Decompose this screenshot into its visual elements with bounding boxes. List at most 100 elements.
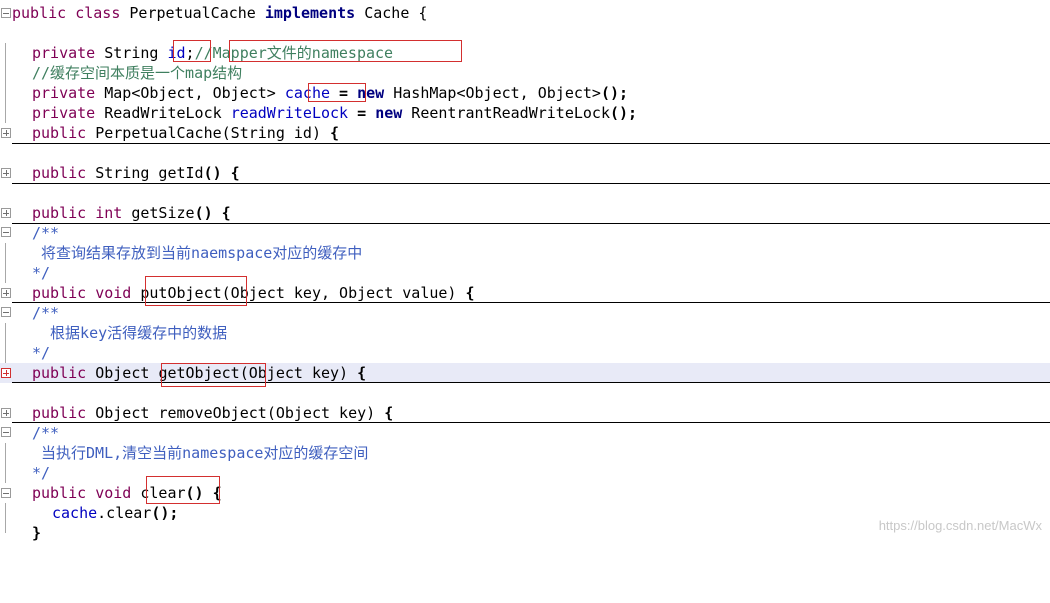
fold-guide <box>5 323 6 343</box>
type-name: Object <box>86 364 159 382</box>
fold-expand-icon[interactable] <box>1 168 11 178</box>
brace: { <box>330 124 340 142</box>
punctuation: (); <box>151 504 179 522</box>
brace: { <box>212 204 231 222</box>
method-call: .clear <box>97 504 152 522</box>
code-line-field-cache[interactable]: private Map<Object, Object> cache = new … <box>0 83 1050 103</box>
fold-collapse-icon[interactable] <box>1 227 11 237</box>
javadoc-open: /** <box>32 224 60 242</box>
annotation-box-id <box>173 40 211 62</box>
code-editor[interactable]: public class PerpetualCache implements C… <box>0 0 1050 548</box>
annotation-box-put-object <box>145 276 247 306</box>
fold-collapse-icon[interactable] <box>1 307 11 317</box>
field-name-lock: readWriteLock <box>230 104 349 122</box>
modifier: private <box>32 104 96 122</box>
javadoc-close: */ <box>32 264 51 282</box>
fold-guide <box>5 343 6 363</box>
brace: { <box>221 164 240 182</box>
method-params: (Object key, Object value) <box>221 284 466 302</box>
code-line-comment[interactable]: //缓存空间本质是一个map结构 <box>0 63 1050 83</box>
code-line-get-size[interactable]: public int getSize() { <box>0 203 1050 223</box>
brace: { <box>357 364 367 382</box>
code-line-javadoc[interactable]: /** <box>0 223 1050 243</box>
fold-guide <box>5 443 6 463</box>
punctuation: (); <box>610 104 638 122</box>
fold-collapse-icon[interactable] <box>1 427 11 437</box>
code-line-javadoc[interactable]: */ <box>0 343 1050 363</box>
fold-guide <box>5 103 6 123</box>
code-line-javadoc[interactable]: /** <box>0 423 1050 443</box>
modifier: private <box>32 44 96 62</box>
fold-expand-icon[interactable] <box>1 408 11 418</box>
type-name: HashMap<Object, Object> <box>384 84 601 102</box>
fold-expand-icon[interactable] <box>1 128 11 138</box>
fold-guide <box>5 243 6 263</box>
method-params: (Object key) <box>266 404 385 422</box>
parens: () <box>203 164 222 182</box>
code-line-javadoc[interactable]: 当执行DML,清空当前namespace对应的缓存空间 <box>0 443 1050 463</box>
fold-collapse-icon[interactable] <box>1 488 11 498</box>
annotation-box-comment <box>229 40 462 62</box>
javadoc-open: /** <box>32 304 60 322</box>
type-name: ReentrantReadWriteLock <box>402 104 610 122</box>
code-line-javadoc[interactable]: 将查询结果存放到当前naemspace对应的缓存中 <box>0 243 1050 263</box>
modifier: public <box>32 164 87 182</box>
folded-separator <box>12 183 1050 184</box>
operator: = <box>348 104 376 122</box>
fold-collapse-icon[interactable] <box>1 8 11 18</box>
brace: { <box>465 284 475 302</box>
keyword: implements <box>264 4 356 22</box>
code-line-javadoc[interactable]: /** <box>0 303 1050 323</box>
javadoc-text: 根据key活得缓存中的数据 <box>32 324 228 342</box>
javadoc-text: 将查询结果存放到当前naemspace对应的缓存中 <box>32 244 363 262</box>
javadoc-close: */ <box>32 464 51 482</box>
fold-guide <box>5 263 6 283</box>
modifier: public void <box>32 484 132 502</box>
type-name: ReadWriteLock <box>95 104 231 122</box>
annotation-box-clear <box>146 476 220 504</box>
modifier: public <box>32 124 87 142</box>
watermark: https://blog.csdn.net/MacWx <box>878 518 1042 533</box>
javadoc-open: /** <box>32 424 60 442</box>
annotation-box-cache <box>308 83 366 102</box>
code-line-javadoc[interactable]: 根据key活得缓存中的数据 <box>0 323 1050 343</box>
code-line-field-id[interactable]: private String id;//Mapper文件的namespace <box>0 43 1050 63</box>
folded-separator <box>12 143 1050 144</box>
fold-guide <box>5 523 6 533</box>
fold-expand-icon[interactable] <box>1 368 11 378</box>
code-line-get-object-current[interactable]: public Object getObject(Object key) { <box>0 363 1050 383</box>
code-line-get-id[interactable]: public String getId() { <box>0 163 1050 183</box>
punctuation: (); <box>600 84 629 102</box>
annotation-box-get-object <box>161 363 266 387</box>
code-line-remove-object[interactable]: public Object removeObject(Object key) { <box>0 403 1050 423</box>
comment: //缓存空间本质是一个map结构 <box>32 64 243 82</box>
type-name: Map<Object, Object> <box>95 84 285 102</box>
class-name: PerpetualCache <box>129 4 265 22</box>
method-signature: getSize <box>122 204 195 222</box>
fold-expand-icon[interactable] <box>1 288 11 298</box>
modifier: public <box>32 364 87 382</box>
fold-guide <box>5 463 6 483</box>
field-ref-cache: cache <box>52 504 98 522</box>
modifier: private <box>32 84 96 102</box>
brace: } <box>32 524 42 542</box>
modifier: public void <box>32 284 132 302</box>
code-line-constructor[interactable]: public PerpetualCache(String id) { <box>0 123 1050 143</box>
method-signature: String getId <box>86 164 204 182</box>
parens: () <box>194 204 213 222</box>
type-name: String <box>95 44 168 62</box>
type-name: Object <box>86 404 159 422</box>
fold-guide <box>5 43 6 63</box>
method-name: removeObject <box>158 404 267 422</box>
fold-guide <box>5 503 6 523</box>
fold-guide <box>5 63 6 83</box>
code-line-field-lock[interactable]: private ReadWriteLock readWriteLock = ne… <box>0 103 1050 123</box>
keyword: new <box>375 104 403 122</box>
javadoc-text: 当执行DML,清空当前namespace对应的缓存空间 <box>32 444 369 462</box>
modifier: public class <box>12 4 130 22</box>
modifier: public <box>32 404 87 422</box>
brace: { <box>384 404 394 422</box>
fold-expand-icon[interactable] <box>1 208 11 218</box>
code-line-class-declaration[interactable]: public class PerpetualCache implements C… <box>0 3 1050 23</box>
modifier: public int <box>32 204 123 222</box>
